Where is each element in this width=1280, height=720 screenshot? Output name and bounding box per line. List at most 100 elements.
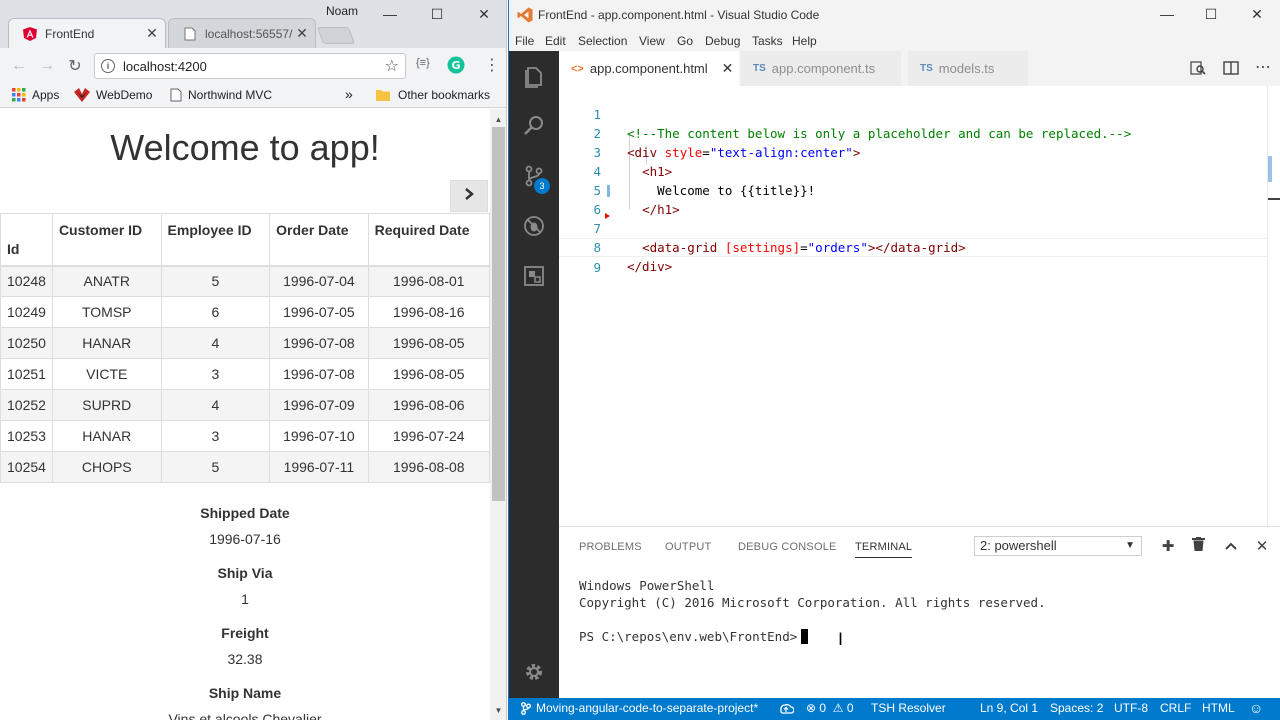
table-row[interactable]: 10248 ANATR 5 1996-07-04 1996-08-01 [0, 265, 490, 297]
editor-tabs: <> app.component.html ✕ TS app.component… [559, 51, 1280, 86]
grammarly-icon[interactable]: G [447, 56, 465, 77]
scroll-up-icon[interactable]: ▲ [490, 111, 506, 127]
minimize-icon[interactable]: — [380, 6, 400, 22]
scroll-down-icon[interactable]: ▼ [490, 702, 506, 718]
table-row[interactable]: 10250 HANAR 4 1996-07-08 1996-08-05 [0, 327, 490, 359]
menu-tasks[interactable]: Tasks [752, 34, 783, 48]
menu-selection[interactable]: Selection [578, 34, 627, 48]
column-header-id[interactable]: Id [0, 213, 53, 267]
cursor-position-status[interactable]: Ln 9, Col 1 [980, 701, 1038, 715]
extensions-icon[interactable] [509, 251, 559, 301]
more-actions-icon[interactable]: ⋯ [1255, 57, 1271, 77]
close-panel-icon[interactable]: ✕ [1253, 537, 1271, 555]
table-cell: 10254 [0, 451, 53, 483]
source-control-icon[interactable] [509, 151, 559, 201]
new-tab-button[interactable] [316, 27, 356, 44]
table-row[interactable]: 10252 SUPRD 4 1996-07-09 1996-08-06 [0, 389, 490, 421]
bookmark-webdemo[interactable]: WebDemo [74, 88, 152, 102]
settings-gear-icon[interactable] [509, 647, 559, 697]
problems-status[interactable]: ⊗ 0 ⚠ 0 [806, 701, 854, 715]
bookmarks-overflow-button[interactable]: » [345, 86, 353, 102]
table-cell: 1996-07-24 [367, 420, 490, 452]
maximize-panel-icon[interactable] [1222, 537, 1240, 554]
reload-icon[interactable]: ↻ [64, 55, 86, 77]
new-terminal-icon[interactable]: ✚ [1159, 537, 1177, 555]
table-cell: VICTE [51, 358, 162, 390]
open-preview-icon[interactable] [1190, 60, 1206, 79]
column-header-order-date[interactable]: Order Date [269, 213, 369, 267]
minimize-icon[interactable]: — [1157, 6, 1177, 22]
resolver-status[interactable]: TSH Resolver [871, 701, 946, 715]
other-bookmarks[interactable]: Other bookmarks [376, 88, 490, 102]
page-content: Welcome to app! Id Customer ID Employee … [0, 109, 490, 720]
tab-frontend[interactable]: FrontEnd ✕ [8, 18, 166, 48]
table-row[interactable]: 10254 CHOPS 5 1996-07-11 1996-08-08 [0, 451, 490, 483]
address-bar[interactable]: i localhost:4200 ☆ [94, 53, 406, 79]
menu-icon[interactable]: ⋮ [484, 55, 500, 75]
table-cell: 3 [160, 420, 271, 452]
panel-tab-problems[interactable]: PROBLEMS [579, 541, 642, 553]
split-editor-icon[interactable] [1223, 60, 1239, 79]
column-header-customer-id[interactable]: Customer ID [51, 213, 162, 267]
tab-localhost[interactable]: localhost:56557/... ✕ [168, 18, 316, 48]
panel-tab-terminal[interactable]: TERMINAL [855, 541, 913, 558]
menu-file[interactable]: File [515, 34, 534, 48]
detail-ship-via: Ship Via 1 [0, 565, 490, 607]
bookmark-star-icon[interactable]: ☆ [385, 56, 399, 76]
terminal-select[interactable]: 2: powershell ▼ [974, 536, 1142, 556]
search-icon[interactable] [509, 101, 559, 151]
terminal-prompt[interactable]: PS C:\repos\env.web\FrontEnd> [579, 629, 809, 644]
maximize-icon[interactable]: ☐ [427, 6, 447, 23]
language-status[interactable]: HTML [1202, 701, 1235, 715]
maximize-icon[interactable]: ☐ [1201, 6, 1221, 23]
next-page-button[interactable] [450, 180, 488, 212]
explorer-icon[interactable] [509, 51, 559, 101]
back-icon[interactable]: ← [8, 55, 30, 77]
info-icon[interactable]: i [101, 59, 115, 73]
column-header-required-date[interactable]: Required Date [367, 213, 490, 267]
table-row[interactable]: 10251 VICTE 3 1996-07-08 1996-08-05 [0, 358, 490, 390]
menu-help[interactable]: Help [792, 34, 817, 48]
profile-name[interactable]: Noam [326, 4, 358, 18]
indentation-status[interactable]: Spaces: 2 [1050, 701, 1103, 715]
scrollbar-thumb[interactable] [492, 127, 505, 501]
code-editor[interactable]: 1 <!--The content below is only a placeh… [559, 86, 1280, 526]
table-cell: 1996-08-05 [367, 358, 490, 390]
page-scrollbar[interactable]: ▲ ▼ [490, 109, 506, 720]
tab-app-component-ts[interactable]: TS app.component.ts [741, 51, 901, 86]
menu-view[interactable]: View [639, 34, 665, 48]
close-tab-icon[interactable]: ✕ [143, 25, 161, 42]
close-tab-icon[interactable]: ✕ [293, 25, 311, 42]
eol-status[interactable]: CRLF [1160, 701, 1191, 715]
bookmark-northwind[interactable]: Northwind MVC [170, 88, 272, 102]
feedback-smiley-icon[interactable]: ☺ [1249, 700, 1263, 716]
table-row[interactable]: 10253 HANAR 3 1996-07-10 1996-07-24 [0, 420, 490, 452]
forward-icon[interactable]: → [36, 55, 58, 77]
overview-ruler[interactable] [1267, 86, 1280, 526]
panel-tab-output[interactable]: OUTPUT [665, 541, 711, 553]
menu-edit[interactable]: Edit [545, 34, 566, 48]
tab-models-ts[interactable]: TS models.ts [908, 51, 1028, 86]
menu-debug[interactable]: Debug [705, 34, 740, 48]
column-header-employee-id[interactable]: Employee ID [160, 213, 271, 267]
debug-icon[interactable] [509, 201, 559, 251]
code-line: 1 <!--The content below is only a placeh… [593, 107, 1132, 141]
json-extension-icon[interactable]: {≡} [416, 57, 430, 69]
close-window-icon[interactable]: ✕ [474, 6, 494, 23]
git-branch-icon [521, 701, 531, 715]
sync-icon[interactable] [778, 701, 794, 715]
kill-terminal-icon[interactable] [1189, 537, 1207, 555]
bookmark-apps[interactable]: Apps [12, 88, 59, 102]
close-tab-icon[interactable]: ✕ [722, 60, 734, 77]
detail-ship-name: Ship Name Vins et alcools Chevalier [0, 685, 490, 720]
menu-go[interactable]: Go [677, 34, 693, 48]
table-row[interactable]: 10249 TOMSP 6 1996-07-05 1996-08-16 [0, 296, 490, 328]
mouse-text-cursor-icon: I [838, 630, 844, 650]
encoding-status[interactable]: UTF-8 [1114, 701, 1148, 715]
branch-status[interactable]: Moving-angular-code-to-separate-project* [521, 701, 758, 715]
svg-text:G: G [451, 59, 460, 72]
tab-app-component-html[interactable]: <> app.component.html ✕ [559, 51, 739, 86]
table-cell: 3 [160, 358, 271, 390]
close-window-icon[interactable]: ✕ [1247, 6, 1267, 23]
panel-tab-debug-console[interactable]: DEBUG CONSOLE [738, 541, 837, 553]
